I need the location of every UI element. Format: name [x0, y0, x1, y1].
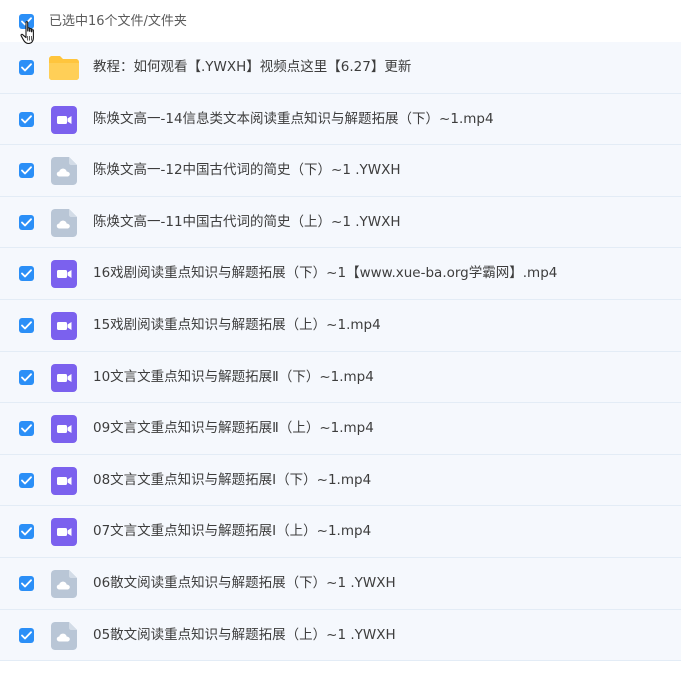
check-icon	[21, 579, 32, 588]
file-checkbox[interactable]	[19, 111, 34, 127]
check-icon	[21, 63, 32, 72]
file-name[interactable]: 陈焕文高一-12中国古代词的简史（下）~1 .YWXH	[93, 160, 401, 181]
video-file-icon	[51, 105, 77, 134]
file-checkbox[interactable]	[19, 369, 34, 385]
cloud-file-icon	[51, 208, 77, 237]
file-checkbox[interactable]	[19, 472, 34, 488]
file-name[interactable]: 陈焕文高一-11中国古代词的简史（上）~1 .YWXH	[93, 212, 401, 233]
file-name[interactable]: 陈焕文高一-14信息类文本阅读重点知识与解题拓展（下）~1.mp4	[93, 109, 494, 130]
file-checkbox[interactable]	[19, 163, 34, 179]
file-name[interactable]: 07文言文重点知识与解题拓展Ⅰ（上）~1.mp4	[93, 521, 371, 542]
file-checkbox[interactable]	[19, 524, 34, 540]
file-name[interactable]: 15戏剧阅读重点知识与解题拓展（上）~1.mp4	[93, 315, 381, 336]
file-name[interactable]: 10文言文重点知识与解题拓展Ⅱ（下）~1.mp4	[93, 367, 374, 388]
check-icon	[21, 476, 32, 485]
file-row[interactable]: 陈焕文高一-12中国古代词的简史（下）~1 .YWXH	[0, 145, 681, 197]
check-icon	[21, 218, 32, 227]
file-name[interactable]: 05散文阅读重点知识与解题拓展（上）~1 .YWXH	[93, 625, 396, 646]
file-row[interactable]: 07文言文重点知识与解题拓展Ⅰ（上）~1.mp4	[0, 506, 681, 558]
file-row[interactable]: 08文言文重点知识与解题拓展Ⅰ（下）~1.mp4	[0, 454, 681, 507]
file-list-panel: 已选中16个文件/文件夹 教程：如何观看【.YWXH】视频点这里【6.27】更新…	[0, 0, 681, 674]
cloud-file-icon	[51, 157, 77, 186]
file-name[interactable]: 教程：如何观看【.YWXH】视频点这里【6.27】更新	[93, 57, 411, 78]
file-row[interactable]: 05散文阅读重点知识与解题拓展（上）~1 .YWXH	[0, 609, 681, 662]
check-icon	[21, 321, 32, 330]
check-icon	[21, 527, 32, 536]
check-icon	[21, 424, 32, 433]
video-file-icon	[51, 260, 77, 289]
file-checkbox[interactable]	[19, 214, 34, 230]
check-icon	[21, 269, 32, 278]
folder-icon	[49, 56, 79, 80]
file-checkbox[interactable]	[19, 266, 34, 282]
file-row[interactable]: 陈焕文高一-11中国古代词的简史（上）~1 .YWXH	[0, 196, 681, 249]
file-name[interactable]: 09文言文重点知识与解题拓展Ⅱ（上）~1.mp4	[93, 418, 374, 439]
check-icon	[21, 114, 32, 123]
video-file-icon	[51, 363, 77, 392]
cloud-file-icon	[51, 569, 77, 598]
cloud-file-icon	[51, 621, 77, 650]
video-file-icon	[51, 311, 77, 340]
video-file-icon	[51, 518, 77, 547]
file-row[interactable]: 16戏剧阅读重点知识与解题拓展（下）~1【www.xue-ba.org学霸网】.…	[0, 248, 681, 300]
file-checkbox[interactable]	[19, 60, 34, 75]
file-name[interactable]: 08文言文重点知识与解题拓展Ⅰ（下）~1.mp4	[93, 470, 371, 491]
selection-header: 已选中16个文件/文件夹	[0, 0, 681, 42]
file-name[interactable]: 16戏剧阅读重点知识与解题拓展（下）~1【www.xue-ba.org学霸网】.…	[93, 263, 557, 284]
file-row[interactable]: 教程：如何观看【.YWXH】视频点这里【6.27】更新	[0, 42, 681, 94]
file-checkbox[interactable]	[19, 317, 34, 333]
check-icon	[21, 372, 32, 381]
hand-cursor-icon	[20, 21, 34, 45]
file-checkbox[interactable]	[19, 627, 34, 643]
file-row[interactable]: 06散文阅读重点知识与解题拓展（下）~1 .YWXH	[0, 557, 681, 610]
file-row[interactable]: 10文言文重点知识与解题拓展Ⅱ（下）~1.mp4	[0, 351, 681, 404]
video-file-icon	[51, 415, 77, 444]
video-file-icon	[51, 466, 77, 495]
selection-count-text: 已选中16个文件/文件夹	[49, 14, 187, 29]
check-icon	[21, 630, 32, 639]
file-checkbox[interactable]	[19, 421, 34, 437]
file-row[interactable]: 陈焕文高一-14信息类文本阅读重点知识与解题拓展（下）~1.mp4	[0, 93, 681, 146]
file-checkbox[interactable]	[19, 575, 34, 591]
file-row[interactable]: 15戏剧阅读重点知识与解题拓展（上）~1.mp4	[0, 299, 681, 352]
file-row[interactable]: 09文言文重点知识与解题拓展Ⅱ（上）~1.mp4	[0, 403, 681, 455]
check-icon	[21, 166, 32, 175]
file-list: 教程：如何观看【.YWXH】视频点这里【6.27】更新陈焕文高一-14信息类文本…	[0, 42, 681, 662]
file-name[interactable]: 06散文阅读重点知识与解题拓展（下）~1 .YWXH	[93, 573, 396, 594]
